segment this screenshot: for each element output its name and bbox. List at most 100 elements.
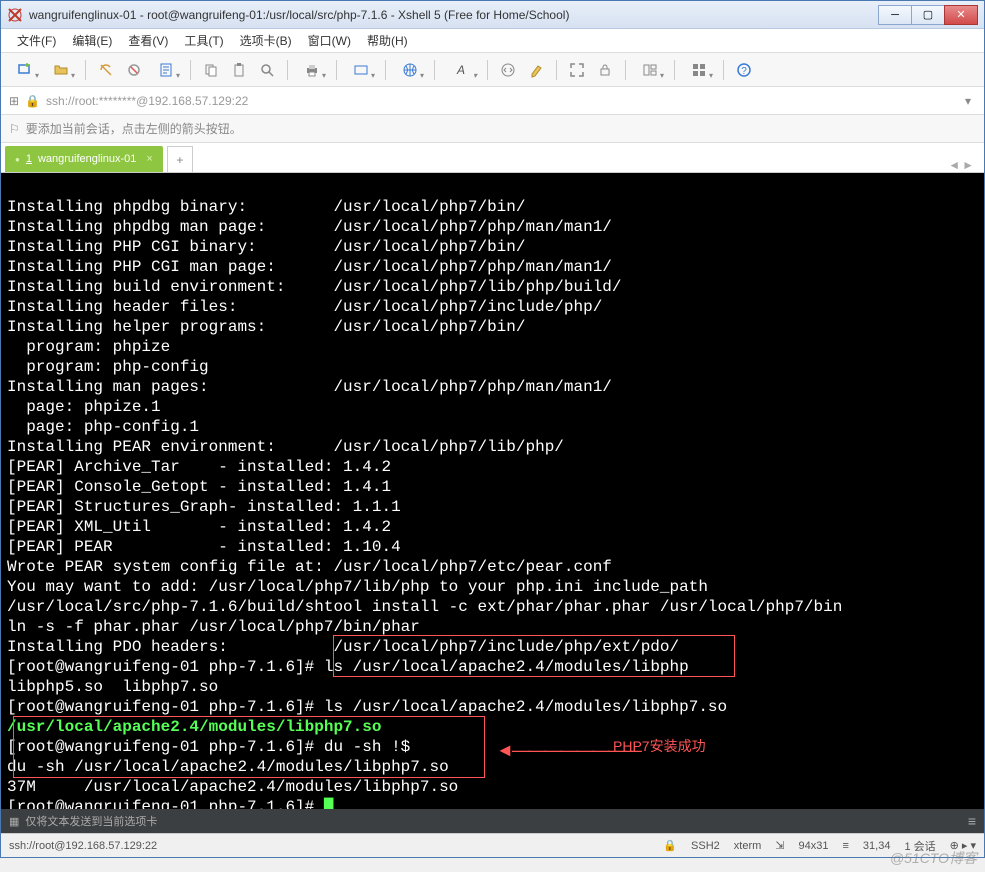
globe-button[interactable] <box>394 58 426 82</box>
titlebar: wangruifenglinux-01 - root@wangruifeng-0… <box>1 1 984 29</box>
terminal-line: Wrote PEAR system config file at: /usr/l… <box>7 558 612 576</box>
address-text[interactable]: ssh://root:********@192.168.57.129:22 <box>46 94 954 108</box>
menu-help[interactable]: 帮助(H) <box>361 30 414 51</box>
status-term: xterm <box>734 840 762 852</box>
tab-close-icon[interactable]: × <box>146 153 152 165</box>
tab-label: wangruifenglinux-01 <box>38 153 136 165</box>
status-size: 94x31 <box>799 840 829 852</box>
terminal-line: program: phpize <box>7 338 170 356</box>
status-bar: ssh://root@192.168.57.129:22 🔒 SSH2 xter… <box>1 833 984 857</box>
terminal-line-green: /usr/local/apache2.4/modules/libphp7.so <box>7 718 381 736</box>
find-button[interactable] <box>255 58 279 82</box>
terminal-line: program: php-config <box>7 358 209 376</box>
terminal-line: [PEAR] PEAR - installed: 1.10.4 <box>7 538 401 556</box>
terminal-prompt: [root@wangruifeng-01 php-7.1.6]# <box>7 798 324 809</box>
terminal-line: [PEAR] Console_Getopt - installed: 1.4.1 <box>7 478 391 496</box>
print-button[interactable] <box>296 58 328 82</box>
terminal-line: [PEAR] Structures_Graph- installed: 1.1.… <box>7 498 401 516</box>
terminal-prompt: [root@wangruifeng-01 php-7.1.6]# <box>7 698 324 716</box>
tab-add-button[interactable]: + <box>167 146 193 172</box>
hint-bar: ⚐ 要添加当前会话，点击左侧的箭头按钮。 <box>1 115 984 143</box>
open-button[interactable] <box>45 58 77 82</box>
terminal-prompt: [root@wangruifeng-01 php-7.1.6]# <box>7 738 324 756</box>
disconnect-button[interactable] <box>122 58 146 82</box>
terminal-cursor: █ <box>324 798 334 809</box>
status-size-icon: ⇲ <box>775 839 784 852</box>
highlight-button[interactable] <box>524 58 548 82</box>
tile-button[interactable] <box>683 58 715 82</box>
terminal-line: Installing man pages: /usr/local/php7/ph… <box>7 378 612 396</box>
menu-file[interactable]: 文件(F) <box>11 30 62 51</box>
terminal-line: Installing PDO headers: /usr/local/php7/… <box>7 638 679 656</box>
tab-status-icon: ● <box>15 155 20 164</box>
status-pos: 31,34 <box>863 840 891 852</box>
annotation-label: PHP7安装成功 <box>613 736 706 756</box>
lock-button[interactable] <box>593 58 617 82</box>
add-session-icon[interactable]: ⊞ <box>9 94 19 108</box>
terminal-line: Installing PHP CGI binary: /usr/local/ph… <box>7 238 525 256</box>
terminal-line: page: phpize.1 <box>7 398 161 416</box>
tab-nav-left-icon[interactable]: ◄ <box>948 158 960 172</box>
menu-edit[interactable]: 编辑(E) <box>66 30 118 51</box>
terminal-line: Installing helper programs: /usr/local/p… <box>7 318 525 336</box>
status-conn: ssh://root@192.168.57.129:22 <box>9 840 157 852</box>
terminal-line: 37M /usr/local/apache2.4/modules/libphp7… <box>7 778 458 796</box>
terminal-line: [PEAR] Archive_Tar - installed: 1.4.2 <box>7 458 391 476</box>
fullscreen-button[interactable] <box>565 58 589 82</box>
properties-button[interactable] <box>150 58 182 82</box>
menu-view[interactable]: 查看(V) <box>122 30 174 51</box>
lock-icon: 🔒 <box>25 94 40 108</box>
address-dropdown-icon[interactable]: ▾ <box>960 94 976 108</box>
status-pos-icon: ≡ <box>842 840 848 852</box>
help-button[interactable]: ? <box>732 58 756 82</box>
menu-tools[interactable]: 工具(T) <box>178 30 229 51</box>
hint-text: 要添加当前会话，点击左侧的箭头按钮。 <box>26 120 242 137</box>
send-input-bar: ▦ 仅将文本发送到当前选项卡 ≡ <box>1 809 984 833</box>
status-proto: SSH2 <box>691 840 720 852</box>
send-input-placeholder[interactable]: 仅将文本发送到当前选项卡 <box>25 813 157 829</box>
toolbar: A ? <box>1 53 984 87</box>
terminal-line: ln -s -f phar.phar /usr/local/php7/bin/p… <box>7 618 420 636</box>
terminal-line: du -sh /usr/local/apache2.4/modules/libp… <box>7 758 449 776</box>
terminal-line: /usr/local/src/php-7.1.6/build/shtool in… <box>7 598 842 616</box>
font-style-button[interactable]: A <box>443 58 479 82</box>
terminal-line: Installing PHP CGI man page: /usr/local/… <box>7 258 612 276</box>
paste-button[interactable] <box>227 58 251 82</box>
terminal-line: Installing header files: /usr/local/php7… <box>7 298 602 316</box>
tab-nav-right-icon[interactable]: ► <box>962 158 974 172</box>
watermark: @51CTO博客 <box>890 848 977 868</box>
minimize-button[interactable]: ─ <box>878 5 912 25</box>
window-title: wangruifenglinux-01 - root@wangruifeng-0… <box>29 8 879 22</box>
terminal-cmd: ls /usr/local/apache2.4/modules/libphp <box>324 658 689 676</box>
terminal-cmd: du -sh !$ <box>324 738 410 756</box>
close-button[interactable]: ✕ <box>944 5 978 25</box>
terminal-line: Installing build environment: /usr/local… <box>7 278 622 296</box>
script-button[interactable] <box>496 58 520 82</box>
terminal[interactable]: Installing phpdbg binary: /usr/local/php… <box>1 173 984 809</box>
terminal-cmd: ls /usr/local/apache2.4/modules/libphp7.… <box>324 698 727 716</box>
new-session-button[interactable] <box>9 58 41 82</box>
bookmark-icon[interactable]: ⚐ <box>9 122 20 136</box>
terminal-line: [PEAR] XML_Util - installed: 1.4.2 <box>7 518 391 536</box>
status-lock-icon: 🔒 <box>663 839 677 852</box>
tab-bar: ● 1 wangruifenglinux-01 × + ◄ ► <box>1 143 984 173</box>
reconnect-button[interactable] <box>94 58 118 82</box>
send-target-icon[interactable]: ▦ <box>9 815 19 828</box>
terminal-line: Installing PEAR environment: /usr/local/… <box>7 438 564 456</box>
menu-tabs[interactable]: 选项卡(B) <box>234 30 298 51</box>
menubar: 文件(F) 编辑(E) 查看(V) 工具(T) 选项卡(B) 窗口(W) 帮助(… <box>1 29 984 53</box>
send-menu-icon[interactable]: ≡ <box>968 813 976 829</box>
terminal-line: Installing phpdbg man page: /usr/local/p… <box>7 218 612 236</box>
terminal-line: page: php-config.1 <box>7 418 199 436</box>
copy-button[interactable] <box>199 58 223 82</box>
maximize-button[interactable]: ▢ <box>911 5 945 25</box>
font-button[interactable] <box>345 58 377 82</box>
menu-window[interactable]: 窗口(W) <box>302 30 357 51</box>
app-icon <box>7 7 23 23</box>
svg-text:?: ? <box>741 66 747 77</box>
layout-button[interactable] <box>634 58 666 82</box>
terminal-line: Installing phpdbg binary: /usr/local/php… <box>7 198 525 216</box>
tab-index: 1 <box>26 153 32 165</box>
address-bar: ⊞ 🔒 ssh://root:********@192.168.57.129:2… <box>1 87 984 115</box>
tab-session-1[interactable]: ● 1 wangruifenglinux-01 × <box>5 146 163 172</box>
